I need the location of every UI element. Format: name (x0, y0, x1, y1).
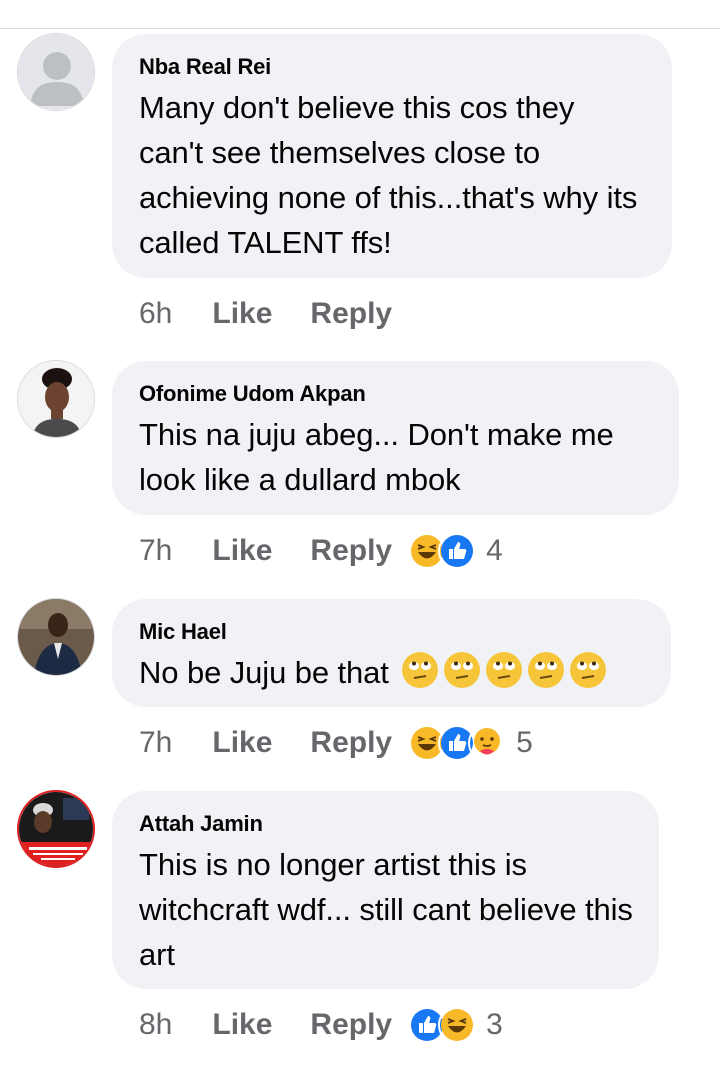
comment-time[interactable]: 7h (139, 534, 172, 568)
comment-author[interactable]: Attah Jamin (139, 811, 633, 837)
comment-author[interactable]: Mic Hael (139, 619, 645, 645)
like-icon (438, 532, 477, 570)
reaction-summary[interactable] (408, 1006, 477, 1044)
like-button[interactable]: Like (212, 1008, 272, 1042)
haha-icon (438, 1006, 477, 1044)
top-divider (0, 28, 720, 29)
comment-time[interactable]: 7h (139, 726, 172, 760)
reaction-summary[interactable] (408, 532, 477, 570)
eye-roll-emoji-group (397, 652, 607, 690)
comment-text: No be Juju be that (139, 650, 645, 695)
reply-button[interactable]: Reply (310, 1008, 392, 1042)
reply-button[interactable]: Reply (310, 534, 392, 568)
avatar[interactable] (17, 33, 95, 111)
reaction-count[interactable]: 3 (486, 1008, 503, 1042)
comment-bubble: Attah Jamin This is no longer artist thi… (112, 791, 659, 989)
comment-author[interactable]: Ofonime Udom Akpan (139, 381, 653, 407)
like-button[interactable]: Like (212, 534, 272, 568)
reply-button[interactable]: Reply (310, 726, 392, 760)
comment-time[interactable]: 8h (139, 1008, 172, 1042)
like-button[interactable]: Like (212, 726, 272, 760)
comment-bubble: Mic Hael No be Juju be that (112, 599, 671, 707)
comment-actions: 7h Like Reply 4 (139, 532, 503, 570)
comment-text-content: No be Juju be that (139, 655, 389, 690)
eye-roll-emoji (486, 652, 523, 688)
avatar[interactable] (17, 790, 95, 868)
comment-text: This na juju abeg... Don't make me look … (139, 417, 614, 497)
reply-button[interactable]: Reply (310, 297, 392, 331)
avatar[interactable] (17, 360, 95, 438)
comment-actions: 6h Like Reply (139, 296, 408, 332)
comment-author[interactable]: Nba Real Rei (139, 54, 646, 80)
comment-actions: 7h Like Reply 5 (139, 724, 533, 762)
comment-text: This is no longer artist this is witchcr… (139, 847, 633, 972)
comment-text: Many don't believe this cos they can't s… (139, 90, 638, 260)
comment-bubble: Nba Real Rei Many don't believe this cos… (112, 34, 672, 278)
like-button[interactable]: Like (212, 297, 272, 331)
comment-time[interactable]: 6h (139, 297, 172, 331)
eye-roll-emoji (528, 652, 565, 688)
reaction-summary[interactable] (408, 724, 507, 762)
care-icon (468, 724, 507, 762)
eye-roll-emoji (444, 652, 481, 688)
eye-roll-emoji (570, 652, 607, 688)
reaction-count[interactable]: 5 (516, 726, 533, 760)
comment-actions: 8h Like Reply 3 (139, 1006, 503, 1044)
eye-roll-emoji (402, 652, 439, 688)
comment-bubble: Ofonime Udom Akpan This na juju abeg... … (112, 361, 679, 515)
reaction-count[interactable]: 4 (486, 534, 503, 568)
avatar[interactable] (17, 598, 95, 676)
